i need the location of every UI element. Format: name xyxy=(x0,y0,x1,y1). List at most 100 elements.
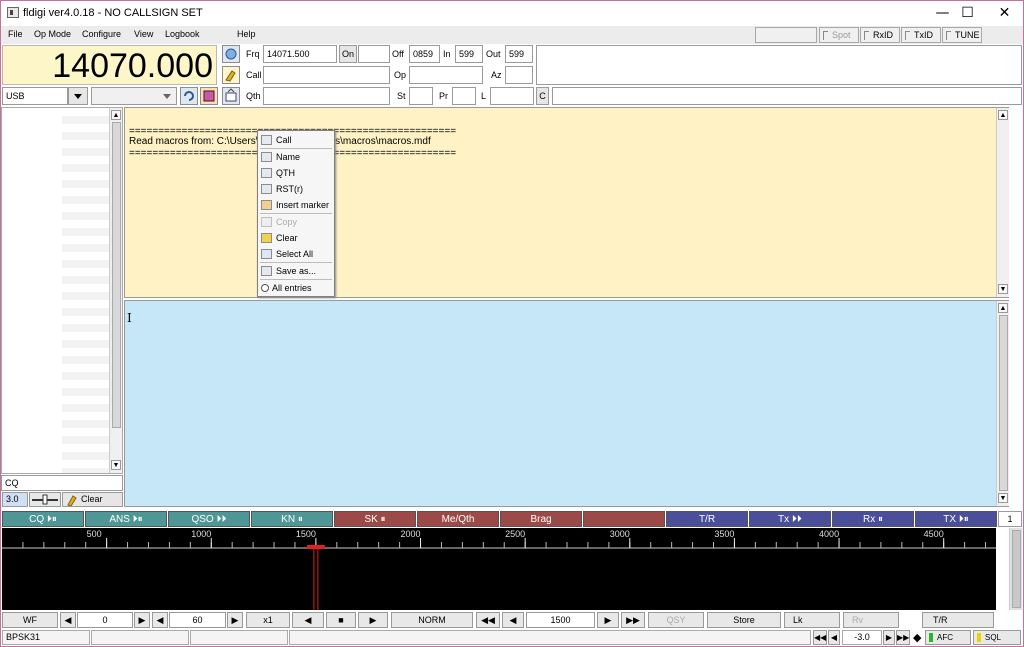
rst-out-field[interactable]: 599 xyxy=(505,45,533,63)
afc-button[interactable]: AFC xyxy=(925,630,971,645)
refresh-icon[interactable] xyxy=(180,87,198,105)
macro-button[interactable]: KN ⏸ xyxy=(251,511,333,527)
menu-configure[interactable]: Configure xyxy=(82,29,121,39)
range-left-icon[interactable]: ◀ xyxy=(152,612,168,628)
ctx-qth[interactable]: QTH xyxy=(258,165,334,181)
signal-browser[interactable]: ▲ ▼ xyxy=(1,107,123,474)
ctx-select-all[interactable]: Select All xyxy=(258,246,334,262)
step-left-icon[interactable]: ◀ xyxy=(502,612,524,628)
notes-field[interactable] xyxy=(536,45,1022,85)
snr-fast-right-icon[interactable]: ▶▶ xyxy=(896,630,910,645)
c-button[interactable]: C xyxy=(536,87,549,105)
offset-left-icon[interactable]: ◀ xyxy=(60,612,76,628)
scroll-down-icon[interactable]: ▼ xyxy=(111,460,121,470)
macro-button[interactable]: Me/Qth xyxy=(417,511,499,527)
mode-select[interactable]: USB xyxy=(2,87,68,105)
fast-right-icon[interactable]: ▶▶ xyxy=(621,612,645,628)
wf-button[interactable]: WF xyxy=(2,612,58,628)
globe-icon[interactable] xyxy=(222,45,240,63)
rewind-icon[interactable]: ◀ xyxy=(292,612,324,628)
menu-view[interactable]: View xyxy=(134,29,153,39)
book-icon[interactable] xyxy=(200,87,218,105)
reverse-button[interactable]: Rv xyxy=(843,612,899,628)
stop-icon[interactable]: ■ xyxy=(326,612,356,628)
waterfall-display[interactable]: 500 1000 1500 2000 2500 3000 3500 4000 4500 xyxy=(2,528,996,610)
range-field[interactable]: 60 xyxy=(169,612,226,628)
waterfall-thumb[interactable] xyxy=(1012,530,1021,608)
macro-button[interactable]: Brag xyxy=(500,511,582,527)
on-field[interactable] xyxy=(358,45,390,63)
range-right-icon[interactable]: ▶ xyxy=(227,612,243,628)
store-button[interactable]: Store xyxy=(707,612,781,628)
scroll-up-icon[interactable]: ▲ xyxy=(111,110,121,120)
cq-search-field[interactable]: CQ xyxy=(1,475,123,491)
tx-scroll-thumb[interactable] xyxy=(999,315,1008,491)
macro-button[interactable]: SK ⏸ xyxy=(334,511,416,527)
macro-set-button[interactable]: 1 xyxy=(998,511,1022,527)
txid-button[interactable]: TxID xyxy=(901,27,941,43)
macro-button[interactable]: QSO ⏵⏵ xyxy=(168,511,250,527)
offset-right-icon[interactable]: ▶ xyxy=(134,612,150,628)
carrier-bandwidth-marker[interactable] xyxy=(306,545,325,549)
zoom-button[interactable]: x1 xyxy=(246,612,290,628)
locator-field[interactable] xyxy=(490,87,534,105)
export-icon[interactable] xyxy=(222,87,240,105)
ctx-rst[interactable]: RST(r) xyxy=(258,181,334,197)
sql-button[interactable]: SQL xyxy=(973,630,1021,645)
browser-scrollbar[interactable]: ▲ ▼ xyxy=(109,108,122,473)
ctx-name[interactable]: Name xyxy=(258,149,334,165)
status-mode[interactable]: BPSK31 xyxy=(2,630,90,645)
pr-field[interactable] xyxy=(452,87,476,105)
macro-button[interactable]: CQ ⏵⏸ xyxy=(2,511,84,527)
rx-scroll-down-icon[interactable]: ▼ xyxy=(998,284,1008,294)
qth-field[interactable] xyxy=(263,87,390,105)
tune-button[interactable]: TUNE xyxy=(942,27,982,43)
rst-in-field[interactable]: 599 xyxy=(455,45,483,63)
frequency-display[interactable]: 14070.000 xyxy=(2,45,217,85)
bandwidth-chevron-down-icon[interactable] xyxy=(162,93,172,103)
macro-button[interactable]: TX ⏵⏸ xyxy=(915,511,997,527)
macro-button[interactable]: T/R xyxy=(666,511,748,527)
menu-op-mode[interactable]: Op Mode xyxy=(34,29,71,39)
fast-left-icon[interactable]: ◀◀ xyxy=(476,612,500,628)
close-button[interactable]: ✕ xyxy=(982,2,1024,25)
macro-button[interactable]: ANS ⏵⏸ xyxy=(85,511,167,527)
tx-scroll-down-icon[interactable]: ▼ xyxy=(998,493,1008,503)
qsy-button[interactable]: QSY xyxy=(648,612,704,628)
off-field[interactable]: 0859 xyxy=(409,45,440,63)
snr-value[interactable]: -3.0 xyxy=(842,630,882,645)
zoom-value[interactable]: 3.0 xyxy=(2,492,28,507)
az-field[interactable] xyxy=(505,66,533,84)
macro-button[interactable]: Rx ⏸ xyxy=(832,511,914,527)
browser-clear-button[interactable]: Clear xyxy=(62,492,123,507)
st-field[interactable] xyxy=(409,87,433,105)
menu-file[interactable]: File xyxy=(8,29,23,39)
snr-right-icon[interactable]: ▶ xyxy=(883,630,895,645)
rx-scrollbar[interactable]: ▲ ▼ xyxy=(996,108,1009,297)
tx-scrollbar[interactable]: ▲ ▼ xyxy=(996,301,1009,506)
ctx-all-entries[interactable]: All entries xyxy=(258,280,334,296)
rxid-button[interactable]: RxID xyxy=(860,27,900,43)
op-field[interactable] xyxy=(409,66,483,84)
rx-scroll-up-icon[interactable]: ▲ xyxy=(998,110,1008,120)
snr-left-icon[interactable]: ◀ xyxy=(828,630,840,645)
call-field[interactable] xyxy=(263,66,390,84)
country-field[interactable] xyxy=(552,87,1022,105)
mode-dropdown-button[interactable] xyxy=(68,87,88,105)
spot-button[interactable]: Spot xyxy=(819,27,859,43)
tx-text-panel[interactable]: I ▲ ▼ xyxy=(124,300,1009,507)
tx-scroll-up-icon[interactable]: ▲ xyxy=(998,303,1008,313)
ctx-copy[interactable]: Copy xyxy=(258,214,334,230)
ctx-insert-marker[interactable]: Insert marker xyxy=(258,197,334,213)
broom-icon[interactable] xyxy=(222,66,240,84)
lock-button[interactable]: Lk xyxy=(784,612,840,628)
ctx-call[interactable]: Call xyxy=(258,132,334,148)
offset-field[interactable]: 0 xyxy=(77,612,133,628)
step-right-icon[interactable]: ▶ xyxy=(597,612,619,628)
play-icon[interactable]: ▶ xyxy=(358,612,388,628)
menu-help[interactable]: Help xyxy=(237,29,256,39)
on-button[interactable]: On xyxy=(339,45,357,63)
squelch-slider[interactable] xyxy=(29,492,61,507)
norm-button[interactable]: NORM xyxy=(391,612,473,628)
ctx-clear[interactable]: Clear xyxy=(258,230,334,246)
